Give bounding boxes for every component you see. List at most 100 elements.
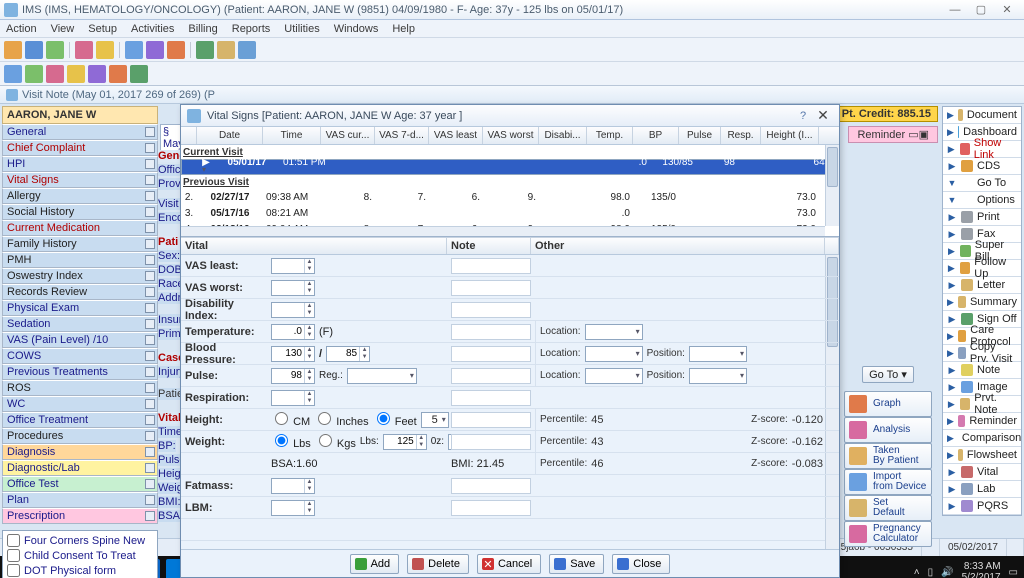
tray-volume-icon[interactable]: 🔊 [941, 567, 953, 578]
menu-action[interactable]: Action [6, 23, 37, 35]
visit-row[interactable]: ▶05/01/1701:51 PM.0130/859864.0 [181, 159, 839, 175]
visit-row[interactable]: 3.05/17/1608:21 AM.073.0 [181, 205, 839, 221]
section-physical-exam[interactable]: Physical Exam [2, 300, 158, 316]
tray-up-icon[interactable]: ˄ [914, 567, 920, 578]
note-cell[interactable] [451, 390, 531, 406]
toolbar-icon[interactable] [46, 41, 64, 59]
temperature-input[interactable]: ▲▼ [271, 324, 315, 340]
menu-utilities[interactable]: Utilities [284, 23, 319, 35]
toolbar-icon[interactable] [238, 41, 256, 59]
tray-network-icon[interactable]: ▯ [928, 567, 934, 578]
section-allergy[interactable]: Allergy [2, 188, 158, 204]
pulse-position-select[interactable] [689, 368, 747, 384]
column-header[interactable]: Disabi... [539, 127, 587, 144]
section-previous-treatments[interactable]: Previous Treatments [2, 364, 158, 380]
note-cell[interactable] [451, 478, 531, 494]
section-office-test[interactable]: Office Test [2, 476, 158, 492]
action-summary[interactable]: ▶Summary [943, 294, 1021, 311]
column-header[interactable]: VAS 7-d... [375, 127, 429, 144]
reminder-tab[interactable]: Reminder ▭▣ [848, 126, 938, 143]
section-vas-pain-level-10[interactable]: VAS (Pain Level) /10 [2, 332, 158, 348]
toolbar-icon[interactable] [167, 41, 185, 59]
action-vital[interactable]: ▶Vital [943, 464, 1021, 481]
section-social-history[interactable]: Social History [2, 204, 158, 220]
column-header[interactable]: Time [263, 127, 321, 144]
toolbar-icon[interactable] [25, 65, 43, 83]
sidebtn-pregnancy-calculator[interactable]: PregnancyCalculator [844, 521, 932, 547]
note-cell[interactable] [451, 500, 531, 516]
section-cows[interactable]: COWS [2, 348, 158, 364]
pulse-location-select[interactable] [585, 368, 643, 384]
menu-view[interactable]: View [51, 23, 75, 35]
section-general[interactable]: General [2, 124, 158, 140]
grid-hscroll[interactable] [181, 226, 825, 236]
sidebtn-set-default[interactable]: SetDefault [844, 495, 932, 521]
weight-kgs-radio[interactable]: Kgs [315, 434, 356, 450]
column-header[interactable]: VAS worst [483, 127, 539, 144]
note-cell[interactable] [451, 412, 531, 428]
dialog-close-button[interactable]: ✕ [813, 107, 833, 124]
taskbar-clock[interactable]: 8:33 AM5/2/2017 [962, 561, 1001, 578]
bp-location-select[interactable] [585, 346, 643, 362]
note-cell[interactable] [451, 346, 531, 362]
section-chief-complaint[interactable]: Chief Complaint [2, 140, 158, 156]
check-dot-physical[interactable]: DOT Physical form [7, 563, 153, 578]
menu-setup[interactable]: Setup [88, 23, 117, 35]
column-header[interactable]: Temp. [587, 127, 633, 144]
close-button[interactable]: ✕ [994, 3, 1020, 16]
menu-billing[interactable]: Billing [188, 23, 217, 35]
height-in-radio[interactable]: Inches [314, 412, 368, 428]
sidebtn-taken-by-patient[interactable]: TakenBy Patient [844, 443, 932, 469]
bp-diastolic-input[interactable]: ▲▼ [326, 346, 370, 362]
action-comparison[interactable]: ▶Comparison [943, 430, 1021, 447]
column-header[interactable]: Height (I... [761, 127, 819, 144]
section-hpi[interactable]: HPI [2, 156, 158, 172]
section-vital-signs[interactable]: Vital Signs [2, 172, 158, 188]
section-sedation[interactable]: Sedation [2, 316, 158, 332]
section-wc[interactable]: WC [2, 396, 158, 412]
action-lab[interactable]: ▶Lab [943, 481, 1021, 498]
pulse-reg-select[interactable] [347, 368, 417, 384]
sidebtn-analysis[interactable]: Analysis [844, 417, 932, 443]
note-cell[interactable] [451, 434, 531, 450]
action-pqrs[interactable]: ▶PQRS [943, 498, 1021, 515]
delete-button[interactable]: Delete [407, 554, 469, 574]
menu-activities[interactable]: Activities [131, 23, 174, 35]
goto-button[interactable]: Go To ▾ [862, 366, 914, 383]
help-button[interactable]: ? [793, 110, 813, 122]
temp-location-select[interactable] [585, 324, 643, 340]
action-go-to[interactable]: ▼Go To [943, 175, 1021, 192]
save-button[interactable]: Save [549, 554, 604, 574]
close-button[interactable]: Close [612, 554, 670, 574]
sidebtn-import-from-device[interactable]: Importfrom Device [844, 469, 932, 495]
column-header[interactable] [181, 127, 197, 144]
lbm-input[interactable]: ▲▼ [271, 500, 315, 516]
weight-lbs-input[interactable]: ▲▼ [383, 434, 427, 450]
toolbar-icon[interactable] [4, 41, 22, 59]
cancel-button[interactable]: ✕Cancel [477, 554, 541, 574]
note-cell[interactable] [451, 302, 531, 318]
toolbar-icon[interactable] [67, 65, 85, 83]
weight-lbs-radio[interactable]: Lbs [271, 434, 311, 450]
height-feet-select[interactable]: 5 [421, 412, 449, 428]
section-plan[interactable]: Plan [2, 492, 158, 508]
section-ros[interactable]: ROS [2, 380, 158, 396]
toolbar-icon[interactable] [4, 65, 22, 83]
bp-position-select[interactable] [689, 346, 747, 362]
check-child-consent[interactable]: Child Consent To Treat [7, 548, 153, 563]
add-button[interactable]: Add [350, 554, 400, 574]
maximize-button[interactable]: ▢ [968, 3, 994, 16]
toolbar-icon[interactable] [196, 41, 214, 59]
tray-notifications-icon[interactable]: ▭ [1009, 567, 1018, 578]
section-office-treatment[interactable]: Office Treatment [2, 412, 158, 428]
respiration-input[interactable]: ▲▼ [271, 390, 315, 406]
vas-worst-input[interactable]: ▲▼ [271, 280, 315, 296]
section-oswestry-index[interactable]: Oswestry Index [2, 268, 158, 284]
section-procedures[interactable]: Procedures [2, 428, 158, 444]
menu-windows[interactable]: Windows [334, 23, 379, 35]
section-family-history[interactable]: Family History [2, 236, 158, 252]
column-header[interactable]: Date [197, 127, 263, 144]
action-follow-up[interactable]: ▶Follow Up [943, 260, 1021, 277]
section-prescription[interactable]: Prescription [2, 508, 158, 524]
action-show-link[interactable]: ▶Show Link [943, 141, 1021, 158]
